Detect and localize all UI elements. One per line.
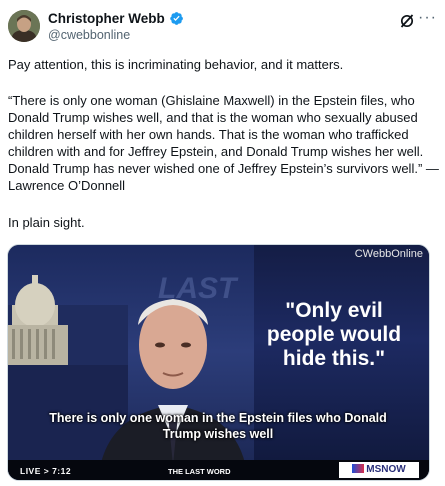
video-caption: There is only one woman in the Epstein f… (49, 411, 387, 441)
grok-icon[interactable] (399, 13, 415, 29)
more-icon[interactable]: ··· (418, 10, 437, 26)
verified-badge-icon (169, 11, 184, 26)
live-label: LIVE > 7:12 (20, 466, 72, 476)
avatar[interactable] (8, 10, 40, 42)
presenter-image (98, 299, 248, 480)
post-header: Christopher Webb @cwebbonline ··· (8, 10, 437, 46)
quote-card: "Only evil people would hide this." (266, 299, 402, 370)
author-handle[interactable]: @cwebbonline (48, 28, 130, 42)
network-name: MSNOW (366, 464, 406, 475)
network-logo: MSNOW (339, 462, 419, 478)
watermark: CWebbOnline (354, 248, 423, 260)
post-text-line1: Pay attention, this is incriminating beh… (8, 57, 344, 72)
post-text-quote: “There is only one woman (Ghislaine Maxw… (8, 93, 439, 193)
show-title: THE LAST WORD (168, 467, 231, 476)
post-text-line3: In plain sight. (8, 215, 85, 230)
network-mark-icon (352, 464, 365, 473)
video-media[interactable]: LAST CWebbOnline "Only evil people would… (7, 244, 430, 481)
author-name[interactable]: Christopher Webb (48, 11, 165, 26)
name-row: Christopher Webb (48, 11, 184, 26)
